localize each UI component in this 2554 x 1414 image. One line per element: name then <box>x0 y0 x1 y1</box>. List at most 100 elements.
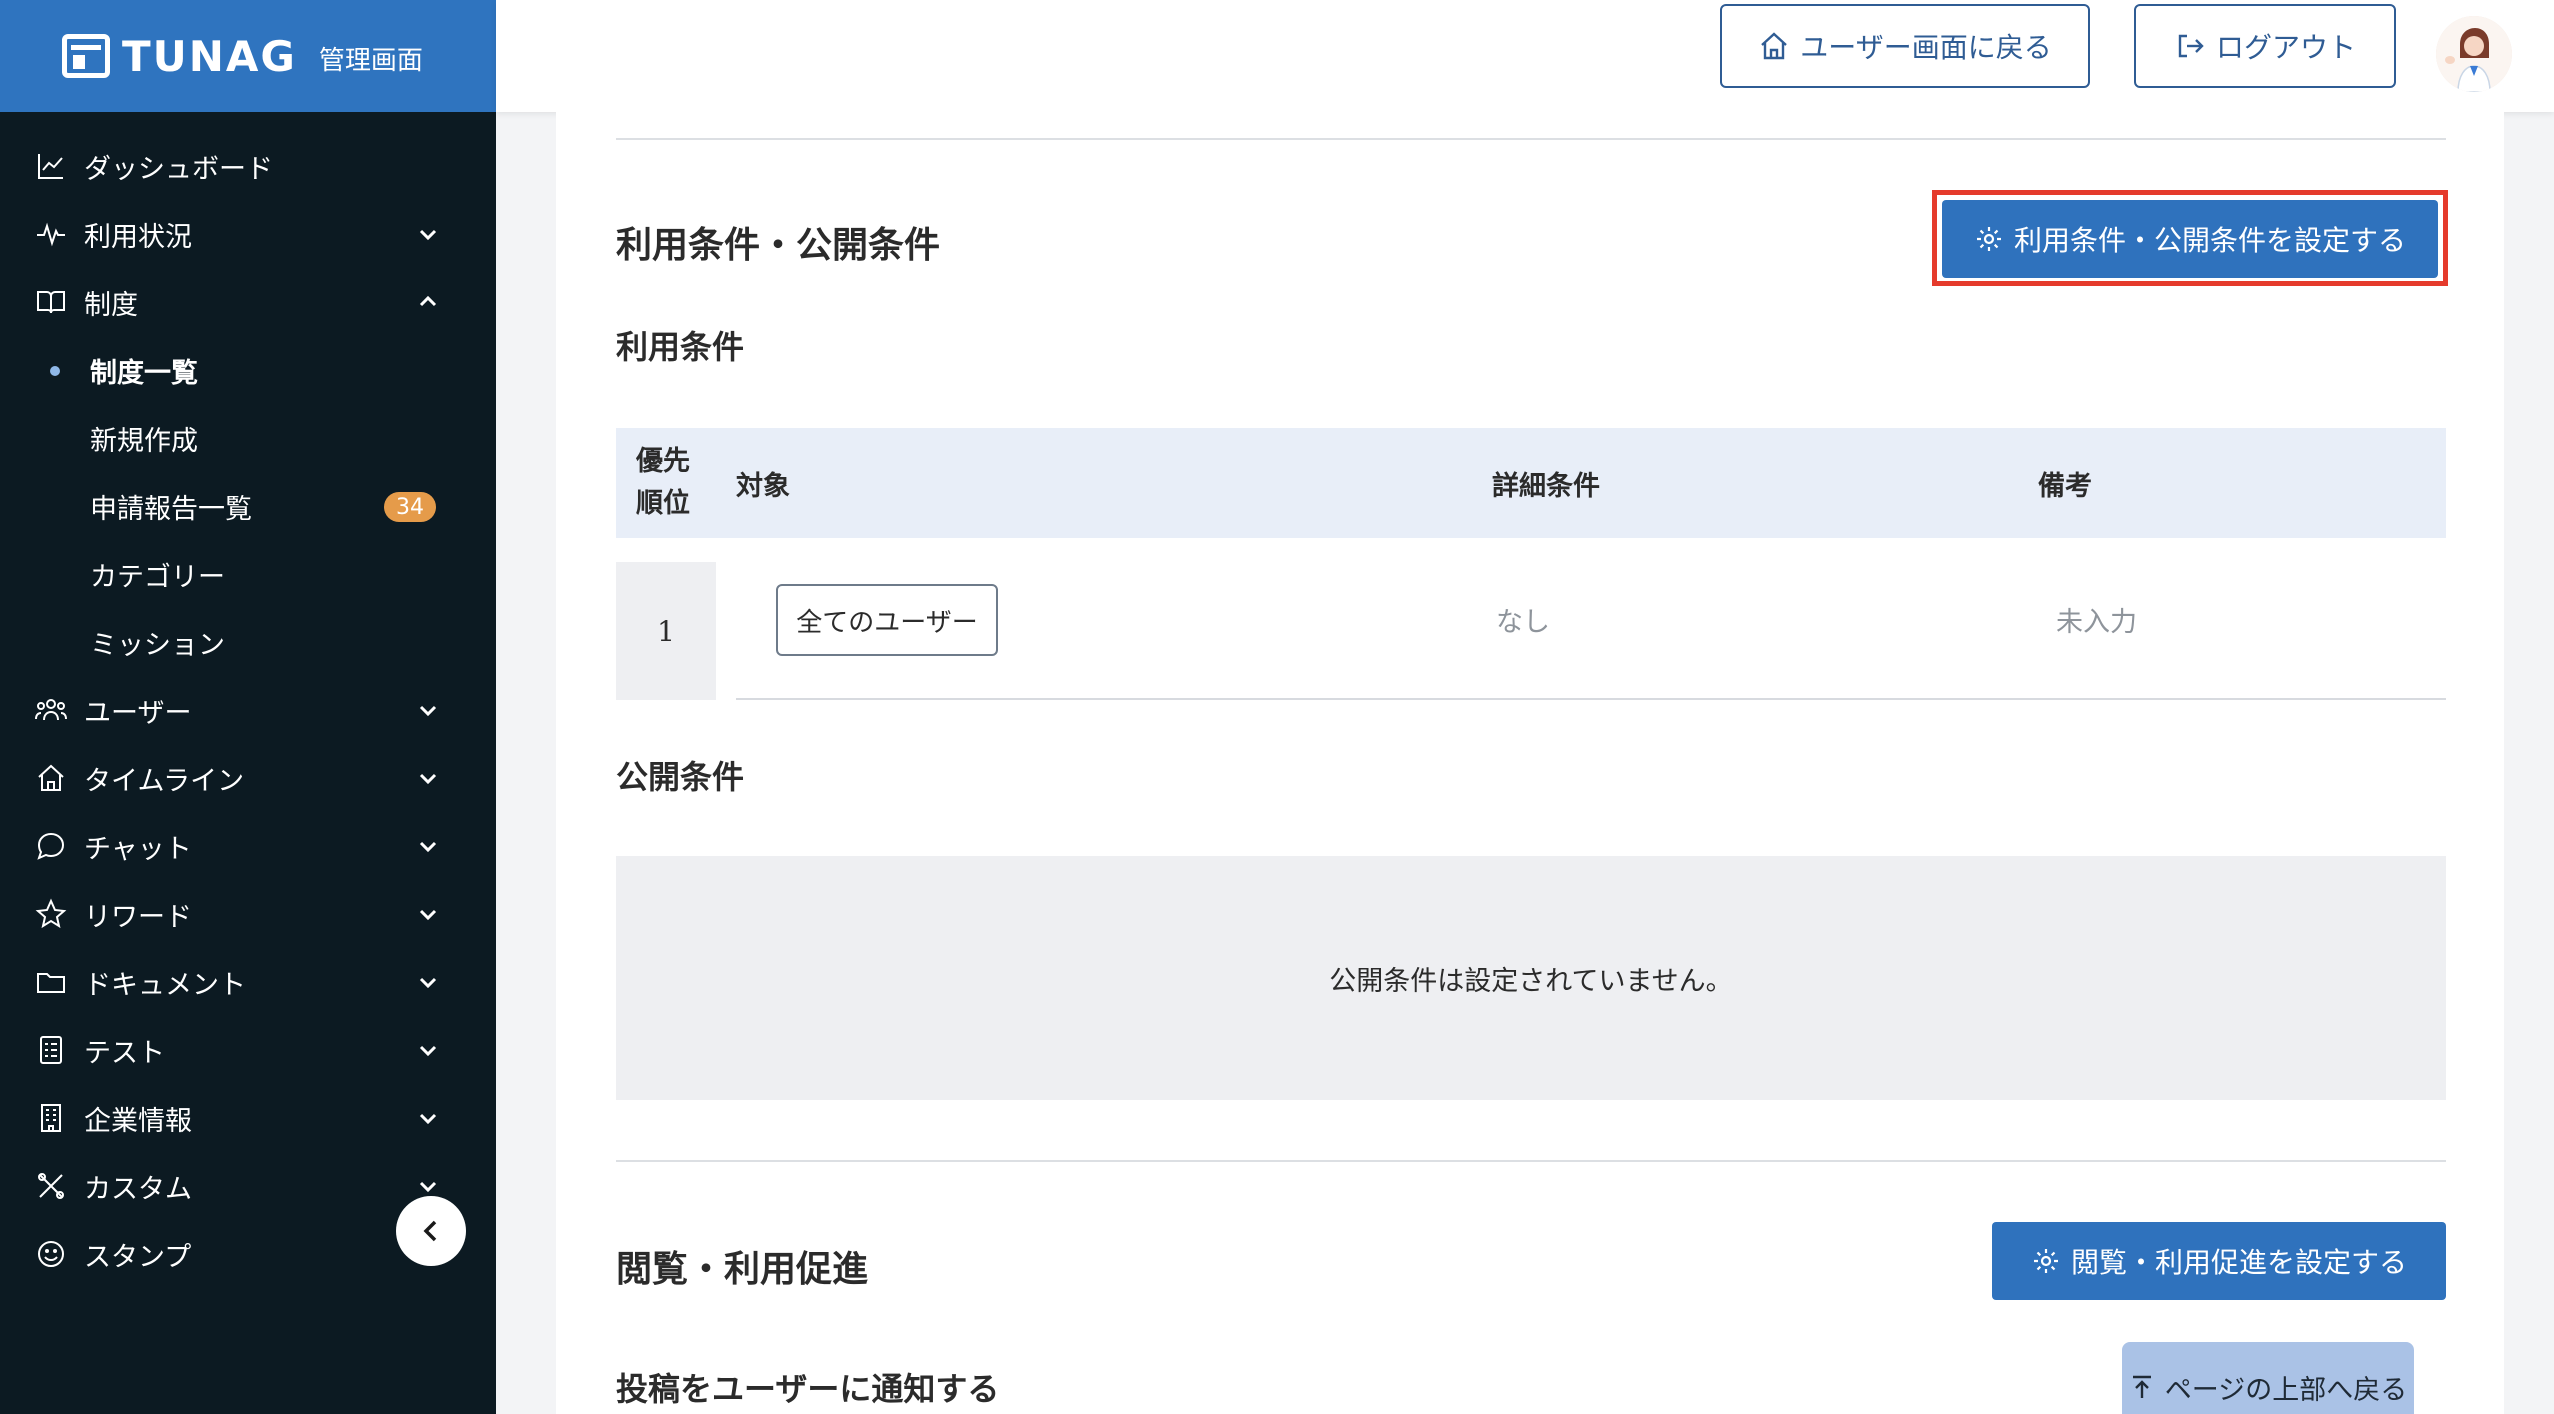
column-header-detail: 詳細条件 <box>1492 470 1600 502</box>
logout-icon <box>2178 34 2204 58</box>
scroll-to-top-label: ページの上部へ戻る <box>2164 1374 2408 1406</box>
divider <box>616 1160 2446 1162</box>
sidebar-item-label: リワード <box>84 901 192 933</box>
sidebar-subitem-mission[interactable]: ミッション <box>0 608 496 676</box>
sidebar-subitem-system-list[interactable]: 制度一覧 <box>0 336 496 404</box>
detail-cell: なし <box>1496 607 1550 638</box>
set-conditions-button[interactable]: 利用条件・公開条件を設定する <box>1942 200 2438 278</box>
count-badge: 34 <box>384 492 436 522</box>
sidebar-subitem-category[interactable]: カテゴリー <box>0 540 496 608</box>
sidebar-item-dashboard[interactable]: ダッシュボード <box>0 132 496 200</box>
avatar[interactable] <box>2436 16 2512 92</box>
star-icon <box>34 897 68 931</box>
sidebar-subitem-label: 申請報告一覧 <box>90 493 252 525</box>
table-row-divider <box>736 698 2446 700</box>
chevron-down-icon[interactable] <box>416 222 440 246</box>
building-icon <box>34 1101 68 1135</box>
active-dot-icon <box>50 366 60 376</box>
sidebar-item-usage[interactable]: 利用状況 <box>0 200 496 268</box>
sidebar-item-document[interactable]: ドキュメント <box>0 948 496 1016</box>
priority-line1: 優先 <box>636 446 690 477</box>
chat-icon <box>34 829 68 863</box>
chevron-down-icon[interactable] <box>416 1106 440 1130</box>
back-to-user-screen-label: ユーザー画面に戻る <box>1800 31 2052 64</box>
chevron-down-icon[interactable] <box>416 1038 440 1062</box>
gear-icon <box>2033 1249 2058 1273</box>
chevron-down-icon[interactable] <box>416 902 440 926</box>
sidebar: TUNAG 管理画面 ダッシュボード 利用状況 制度 制度一覧 新規作成 申請報… <box>0 0 496 1414</box>
public-conditions-title: 公開条件 <box>616 758 745 796</box>
arrow-up-icon <box>2132 1375 2151 1398</box>
main-content: 利用条件・公開条件 利用条件・公開条件を設定する 利用条件 優先 順位 対象 詳… <box>556 112 2504 1414</box>
sidebar-item-label: 制度 <box>84 289 138 321</box>
sidebar-item-label: ユーザー <box>84 697 192 729</box>
home-icon <box>34 761 68 795</box>
column-header-priority: 優先 順位 <box>636 428 706 538</box>
chevron-down-icon[interactable] <box>416 1174 440 1198</box>
gear-icon <box>1976 227 2001 251</box>
smile-icon <box>34 1237 68 1271</box>
logout-button[interactable]: ログアウト <box>2134 4 2396 88</box>
chevron-up-icon[interactable] <box>416 290 440 314</box>
public-conditions-empty: 公開条件は設定されていません。 <box>616 856 2446 1100</box>
section-title-conditions: 利用条件・公開条件 <box>616 225 941 266</box>
sidebar-item-label: ドキュメント <box>84 969 246 1001</box>
sidebar-item-label: 利用状況 <box>84 221 192 253</box>
sidebar-subitem-reports[interactable]: 申請報告一覧 34 <box>0 472 496 540</box>
sidebar-item-test[interactable]: テスト <box>0 1016 496 1084</box>
sidebar-item-label: カスタム <box>84 1173 192 1205</box>
sidebar-subitem-label: ミッション <box>90 629 225 661</box>
sidebar-item-label: スタンプ <box>84 1241 192 1273</box>
brand-header[interactable]: TUNAG 管理画面 <box>0 0 496 112</box>
set-conditions-label: 利用条件・公開条件を設定する <box>2013 224 2406 257</box>
sidebar-subitem-label: 制度一覧 <box>90 357 198 389</box>
tools-icon <box>34 1169 68 1203</box>
sidebar-item-label: ダッシュボード <box>84 153 273 185</box>
sidebar-item-label: チャット <box>84 833 192 865</box>
set-promotion-button[interactable]: 閲覧・利用促進を設定する <box>1992 1222 2446 1300</box>
test-list-icon <box>34 1033 68 1067</box>
sidebar-subitem-label: 新規作成 <box>90 425 198 457</box>
activity-icon <box>34 217 68 251</box>
sidebar-item-chat[interactable]: チャット <box>0 812 496 880</box>
brand-name: TUNAG <box>122 31 297 81</box>
sidebar-item-reward[interactable]: リワード <box>0 880 496 948</box>
sidebar-nav: ダッシュボード 利用状況 制度 制度一覧 新規作成 申請報告一覧 34 カテゴリ… <box>0 112 496 1288</box>
target-chip: 全てのユーザー <box>776 584 998 656</box>
section-title-promotion: 閲覧・利用促進 <box>616 1249 869 1290</box>
logout-label: ログアウト <box>2215 31 2356 64</box>
scroll-to-top-button[interactable]: ページの上部へ戻る <box>2122 1342 2414 1414</box>
chevron-down-icon[interactable] <box>416 698 440 722</box>
sidebar-item-company[interactable]: 企業情報 <box>0 1084 496 1152</box>
sidebar-item-timeline[interactable]: タイムライン <box>0 744 496 812</box>
folder-icon <box>34 965 68 999</box>
brand-subtitle: 管理画面 <box>318 45 423 76</box>
sidebar-item-system[interactable]: 制度 <box>0 268 496 336</box>
set-promotion-label: 閲覧・利用促進を設定する <box>2070 1246 2407 1279</box>
usage-conditions-title: 利用条件 <box>616 328 745 366</box>
chevron-down-icon[interactable] <box>416 766 440 790</box>
sidebar-item-users[interactable]: ユーザー <box>0 676 496 744</box>
sidebar-collapse-button[interactable] <box>396 1196 466 1266</box>
tunag-logo-icon <box>62 34 110 78</box>
column-header-note: 備考 <box>2038 470 2092 502</box>
sidebar-item-label: 企業情報 <box>84 1105 192 1137</box>
empty-message: 公開条件は設定されていません。 <box>1329 965 1733 997</box>
sidebar-subitem-new[interactable]: 新規作成 <box>0 404 496 472</box>
chevron-left-icon <box>423 1220 437 1242</box>
priority-line2: 順位 <box>636 488 690 519</box>
user-avatar-icon <box>2436 16 2512 92</box>
top-header: ユーザー画面に戻る ログアウト <box>496 0 2554 112</box>
back-to-user-screen-button[interactable]: ユーザー画面に戻る <box>1720 4 2090 88</box>
note-cell: 未入力 <box>2056 607 2137 638</box>
notify-users-title: 投稿をユーザーに通知する <box>616 1370 1000 1408</box>
priority-cell: 1 <box>616 562 716 700</box>
column-header-target: 対象 <box>736 470 790 502</box>
chevron-down-icon[interactable] <box>416 834 440 858</box>
book-icon <box>34 285 68 319</box>
sidebar-subitem-label: カテゴリー <box>90 561 225 593</box>
sidebar-item-label: テスト <box>84 1037 165 1069</box>
sidebar-item-label: タイムライン <box>84 765 245 797</box>
chevron-down-icon[interactable] <box>416 970 440 994</box>
conditions-table-header: 優先 順位 対象 詳細条件 備考 <box>616 428 2446 538</box>
